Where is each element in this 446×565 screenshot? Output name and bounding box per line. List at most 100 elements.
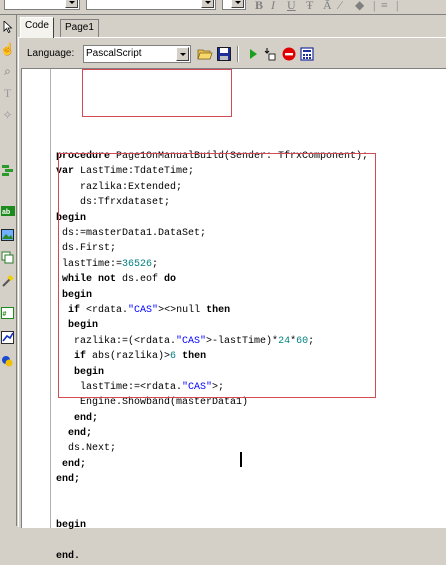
code-line[interactable]: end. — [56, 549, 446, 564]
hand-icon[interactable]: ☝ — [0, 39, 15, 59]
code-token: razlika:=(<rdata. — [56, 335, 177, 347]
font-icon[interactable]: Ŧ — [306, 0, 313, 13]
save-icon[interactable] — [216, 46, 232, 62]
code-token: razlika:Extended; — [56, 181, 183, 193]
chevron-down-icon[interactable] — [176, 47, 189, 61]
code-token: ds.Next; — [56, 443, 117, 455]
code-keyword: begin — [74, 366, 105, 378]
code-line[interactable]: end; — [56, 426, 446, 441]
format-icon[interactable]: ✧ — [0, 105, 15, 125]
language-label: Language: — [27, 48, 75, 59]
text-icon[interactable]: T — [0, 83, 15, 103]
language-select[interactable]: PascalScript — [83, 45, 191, 63]
code-line[interactable]: razlika:Extended; — [56, 180, 446, 195]
text-caret — [240, 452, 242, 467]
band-icon[interactable] — [0, 160, 15, 180]
code-line[interactable]: razlika:=(<rdata."CAS">-lastTime)*24*60; — [56, 334, 446, 349]
code-token: lastTime:=<rdata. — [56, 381, 183, 393]
align-icon[interactable]: ≡ — [381, 0, 388, 13]
code-line[interactable] — [56, 488, 446, 503]
code-string: "CAS" — [176, 335, 207, 347]
top-toolbar: B I U Ŧ Ā ∕ ◆ | ≡ | — [0, 0, 446, 15]
code-line[interactable]: end; — [56, 411, 446, 426]
picture-icon[interactable] — [0, 225, 15, 245]
language-toolbar: Language: PascalScript — [23, 42, 446, 66]
code-line[interactable]: lastTime:=36526; — [56, 257, 446, 272]
code-line[interactable] — [56, 503, 446, 518]
code-line[interactable] — [56, 534, 446, 549]
chevron-down-icon[interactable] — [65, 0, 78, 8]
open-folder-icon[interactable] — [197, 46, 213, 62]
code-line[interactable]: begin — [56, 318, 446, 333]
code-line[interactable]: begin — [56, 365, 446, 380]
code-line[interactable]: if abs(razlika)>6 then — [56, 349, 446, 364]
language-value: PascalScript — [86, 48, 142, 59]
step-icon[interactable] — [263, 46, 279, 62]
richtext-icon[interactable] — [0, 351, 15, 371]
code-keyword: while not — [62, 274, 117, 286]
code-number: 36526 — [122, 258, 153, 270]
code-line[interactable]: while not ds.eof do — [56, 272, 446, 287]
code-line[interactable]: begin — [56, 288, 446, 303]
tab-code[interactable]: Code — [20, 17, 54, 38]
code-token: Page1OnManualBuild(Sender: TfrxComponent… — [110, 151, 369, 163]
bold-button[interactable]: B — [255, 0, 263, 13]
code-line[interactable]: ds.Next; — [56, 441, 446, 456]
code-line[interactable]: Engine.Showband(masterData1) — [56, 395, 446, 410]
code-editor[interactable]: procedure Page1OnManualBuild(Sender: Tfr… — [21, 68, 446, 562]
select-arrow-icon[interactable] — [0, 17, 15, 37]
code-line[interactable]: if <rdata."CAS"><>null then — [56, 303, 446, 318]
line-icon[interactable] — [0, 271, 15, 291]
chevron-down-icon[interactable] — [231, 0, 244, 8]
code-token: lastTime:= — [56, 258, 123, 270]
sysmemo-icon[interactable]: # — [0, 303, 15, 323]
code-token: ><>null — [158, 304, 207, 316]
code-line[interactable]: var LastTime:TdateTime; — [56, 164, 446, 179]
code-keyword: end; — [68, 428, 93, 440]
line-gutter[interactable] — [22, 69, 51, 528]
code-token: Engine.Showband(masterData1) — [56, 397, 249, 409]
code-token: <rdata. — [80, 304, 129, 316]
svg-text:ab: ab — [2, 209, 10, 216]
var-highlight-box — [82, 69, 232, 117]
code-line[interactable]: begin — [56, 518, 446, 533]
underline-button[interactable]: U — [287, 0, 296, 13]
code-line[interactable]: ds:=masterData1.DataSet; — [56, 226, 446, 241]
code-keyword: if — [74, 351, 87, 363]
code-line[interactable]: ds:Tfrxdataset; — [56, 195, 446, 210]
style-combo[interactable] — [222, 0, 246, 10]
subreport-icon[interactable] — [0, 247, 15, 267]
stop-icon[interactable] — [281, 46, 297, 62]
code-token: >; — [212, 381, 225, 393]
code-line[interactable]: procedure Page1OnManualBuild(Sender: Tfr… — [56, 149, 446, 164]
italic-button[interactable]: I — [271, 0, 275, 13]
font-name-combo[interactable] — [4, 0, 80, 10]
code-line[interactable]: lastTime:=<rdata."CAS">; — [56, 380, 446, 395]
memo-icon[interactable]: ab — [0, 201, 15, 221]
code-token: ; — [152, 258, 159, 270]
code-line[interactable]: ds.First; — [56, 241, 446, 256]
code-line[interactable]: end; — [56, 457, 446, 472]
chevron-down-icon[interactable] — [201, 0, 214, 8]
run-icon[interactable] — [245, 46, 261, 62]
zoom-icon[interactable]: ⌕ — [0, 61, 15, 81]
evaluate-icon[interactable] — [299, 46, 315, 62]
code-token: ; — [308, 335, 315, 347]
paint-icon[interactable]: ◆ — [355, 0, 364, 13]
code-line[interactable]: begin — [56, 211, 446, 226]
code-keyword: begin — [68, 320, 99, 332]
svg-text:#: # — [3, 311, 7, 318]
code-token: ds:=masterData1.DataSet; — [56, 227, 207, 239]
code-line[interactable]: end; — [56, 472, 446, 487]
code-text[interactable]: procedure Page1OnManualBuild(Sender: Tfr… — [56, 69, 446, 565]
font-size-combo[interactable] — [86, 0, 216, 10]
tab-page1[interactable]: Page1 — [60, 19, 99, 37]
chart-icon[interactable] — [0, 327, 15, 347]
highlight-icon[interactable]: ∕ — [339, 0, 341, 13]
font-color-icon[interactable]: Ā — [323, 0, 332, 13]
